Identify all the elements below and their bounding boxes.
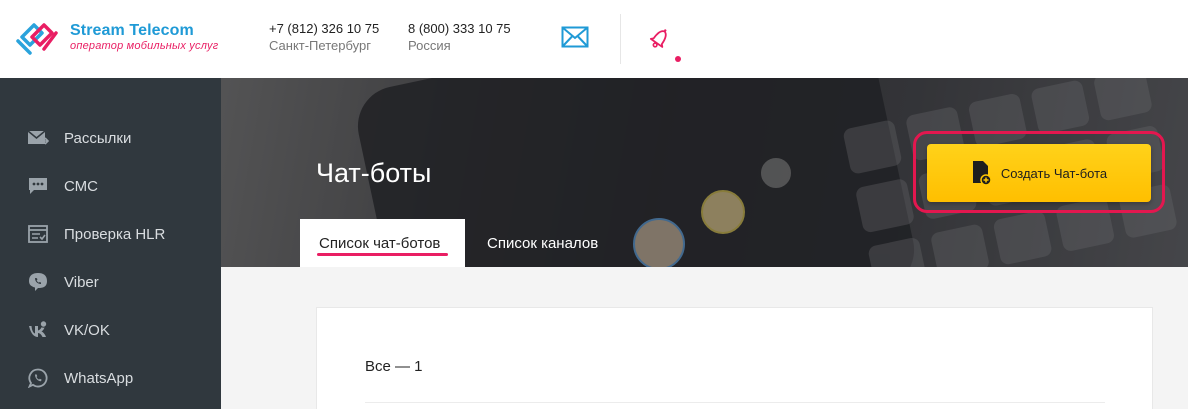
header-divider (620, 14, 621, 64)
document-add-icon (972, 161, 991, 186)
sidebar-item-vk-ok[interactable]: VK/OK (0, 310, 221, 350)
chatbot-list-card (316, 307, 1153, 409)
sidebar: Рассылки СМС Проверка HLR Viber VK/OK Wh… (0, 78, 221, 409)
phone-number[interactable]: 8 (800) 333 10 75 (408, 20, 511, 37)
create-button-label: Создать Чат-бота (1000, 165, 1108, 181)
phone-spb: +7 (812) 326 10 75 Санкт-Петербург (269, 20, 379, 54)
bell-icon[interactable] (649, 26, 671, 50)
page-title: Чат-боты (316, 158, 432, 188)
tab-chatbot-list[interactable]: Список чат-ботов (300, 219, 465, 267)
card-divider (365, 402, 1105, 403)
sidebar-item-label: СМС (64, 177, 98, 195)
logo-title: Stream Telecom (70, 21, 194, 39)
sidebar-item-label: Рассылки (64, 129, 132, 147)
sidebar-item-hlr[interactable]: Проверка HLR (0, 214, 221, 254)
sidebar-item-label: Проверка HLR (64, 225, 166, 243)
sms-icon (27, 175, 49, 197)
tab-label: Список чат-ботов (319, 235, 441, 252)
logo[interactable]: Stream Telecom оператор мобильных услуг (12, 14, 218, 60)
create-chatbot-button[interactable]: Создать Чат-бота (927, 144, 1151, 202)
hlr-icon (27, 223, 49, 245)
sidebar-item-mailings[interactable]: Рассылки (0, 118, 221, 158)
sidebar-item-label: WhatsApp (64, 369, 134, 387)
phone-russia: 8 (800) 333 10 75 Россия (408, 20, 511, 54)
sidebar-item-label: Viber (64, 273, 99, 291)
mail-icon[interactable] (561, 26, 589, 48)
whatsapp-icon (27, 367, 49, 389)
viber-icon (27, 271, 49, 293)
tab-channel-list[interactable]: Список каналов (487, 235, 598, 252)
sidebar-item-viber[interactable]: Viber (0, 262, 221, 302)
logo-mark-icon (16, 23, 58, 55)
top-header: Stream Telecom оператор мобильных услуг … (0, 0, 1188, 78)
sidebar-item-whatsapp[interactable]: WhatsApp (0, 358, 221, 398)
notification-dot (675, 56, 681, 62)
phone-city: Санкт-Петербург (269, 38, 371, 53)
tab-active-underline (317, 253, 448, 256)
sidebar-item-label: VK/OK (64, 321, 110, 339)
mail-send-icon (27, 127, 49, 149)
vk-ok-icon (27, 319, 49, 341)
logo-subtitle: оператор мобильных услуг (70, 39, 219, 52)
chatbot-count: Все — 1 (365, 358, 423, 375)
phone-number[interactable]: +7 (812) 326 10 75 (269, 20, 379, 37)
phone-city: Россия (408, 38, 451, 53)
sidebar-item-sms[interactable]: СМС (0, 166, 221, 206)
